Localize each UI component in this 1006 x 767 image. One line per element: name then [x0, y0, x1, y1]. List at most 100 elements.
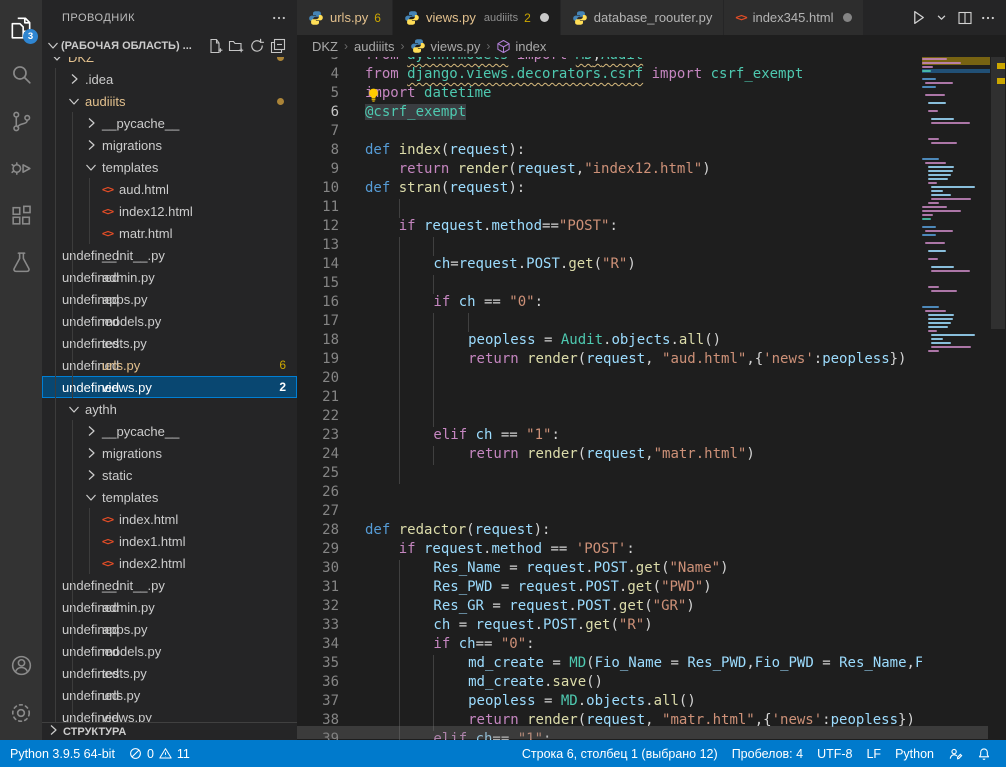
line-number[interactable]: 20: [297, 370, 365, 389]
status-language-mode[interactable]: Python: [888, 740, 941, 767]
more-actions-button[interactable]: [977, 7, 998, 29]
status-python-interpreter[interactable]: Python 3.9.5 64-bit: [0, 740, 122, 767]
line-number[interactable]: 7: [297, 123, 365, 142]
code-line[interactable]: Res_GR = request.POST.get("GR"): [365, 598, 922, 617]
tree-file-views.py[interactable]: undefinedviews.py2: [42, 376, 297, 398]
line-number[interactable]: 33: [297, 617, 365, 636]
horizontal-scrollbar[interactable]: [297, 726, 988, 739]
status-notifications[interactable]: [970, 740, 998, 767]
minimap[interactable]: [922, 57, 990, 740]
line-number[interactable]: 28: [297, 522, 365, 541]
breadcrumb-item-views.py[interactable]: views.py: [410, 38, 480, 54]
tree-file-models.py[interactable]: undefinedmodels.py: [42, 640, 297, 662]
line-number[interactable]: 8: [297, 142, 365, 161]
line-number[interactable]: 29: [297, 541, 365, 560]
run-button[interactable]: [908, 7, 929, 29]
code-line[interactable]: def stran(request):: [365, 180, 922, 199]
line-number[interactable]: 15: [297, 275, 365, 294]
line-number[interactable]: 22: [297, 408, 365, 427]
code-line[interactable]: [365, 275, 922, 294]
code-line[interactable]: peopless = MD.objects.all(): [365, 693, 922, 712]
line-number[interactable]: 11: [297, 199, 365, 218]
breadcrumb-item-audiiits[interactable]: audiiits: [354, 39, 394, 54]
line-number[interactable]: 12: [297, 218, 365, 237]
line-number[interactable]: 16: [297, 294, 365, 313]
line-number[interactable]: 9: [297, 161, 365, 180]
status-problems[interactable]: 011: [122, 740, 197, 767]
line-number[interactable]: 6: [297, 104, 365, 123]
code-line[interactable]: [365, 503, 922, 522]
run-dropdown-button[interactable]: [931, 7, 952, 29]
tree-file-index.html[interactable]: <>index.html: [42, 508, 297, 530]
activity-item-run-debug[interactable]: [0, 145, 42, 192]
code-content[interactable]: from aythh.models import MD,Auditfrom dj…: [365, 57, 922, 740]
code-line[interactable]: @csrf_exempt: [365, 104, 922, 123]
code-line[interactable]: [365, 199, 922, 218]
vertical-scrollbar[interactable]: [990, 57, 1006, 740]
code-line[interactable]: [365, 465, 922, 484]
new-file-button[interactable]: [206, 37, 224, 55]
tree-folder-aythh[interactable]: aythh: [42, 398, 297, 420]
line-number[interactable]: 35: [297, 655, 365, 674]
scrollbar-slider[interactable]: [991, 57, 1005, 329]
tree-file-__init__.py[interactable]: undefined__init__.py: [42, 574, 297, 596]
line-number[interactable]: 24: [297, 446, 365, 465]
line-number-gutter[interactable]: 3456789101112131415161718192021222324252…: [297, 57, 365, 740]
line-number[interactable]: 10: [297, 180, 365, 199]
new-folder-button[interactable]: [227, 37, 245, 55]
line-number[interactable]: 32: [297, 598, 365, 617]
code-line[interactable]: [365, 370, 922, 389]
line-number[interactable]: 4: [297, 66, 365, 85]
code-line[interactable]: [365, 313, 922, 332]
tab-urls.py[interactable]: urls.py6: [297, 0, 393, 35]
line-number[interactable]: 36: [297, 674, 365, 693]
tree-file-urls.py[interactable]: undefinedurls.py: [42, 684, 297, 706]
outline-section-header[interactable]: СТРУКТУРА: [42, 722, 297, 740]
tab-views.py[interactable]: views.pyaudiiits2: [393, 0, 561, 35]
code-line[interactable]: Res_PWD = request.POST.get("PWD"): [365, 579, 922, 598]
line-number[interactable]: 5: [297, 85, 365, 104]
tree-folder-migrations[interactable]: migrations: [42, 134, 297, 156]
line-number[interactable]: 19: [297, 351, 365, 370]
status-feedback[interactable]: [941, 740, 970, 767]
activity-item-explorer[interactable]: 3: [0, 4, 42, 51]
code-line[interactable]: if request.method=="POST":: [365, 218, 922, 237]
code-line[interactable]: from aythh.models import MD,Audit: [365, 57, 922, 66]
code-line[interactable]: [365, 237, 922, 256]
code-line[interactable]: return render(request,"matr.html"): [365, 446, 922, 465]
tree-folder-static[interactable]: static: [42, 464, 297, 486]
tree-folder-.idea[interactable]: .idea: [42, 68, 297, 90]
split-editor-button[interactable]: [954, 7, 975, 29]
code-editor[interactable]: 3456789101112131415161718192021222324252…: [297, 57, 1006, 740]
tree-file-urls.py[interactable]: undefinedurls.py6: [42, 354, 297, 376]
lightbulb-icon[interactable]: [366, 87, 381, 102]
code-line[interactable]: if ch == "0":: [365, 294, 922, 313]
activity-item-source-control[interactable]: [0, 98, 42, 145]
line-number[interactable]: 18: [297, 332, 365, 351]
line-number[interactable]: 17: [297, 313, 365, 332]
activity-item-account[interactable]: [0, 642, 42, 689]
dirty-indicator-dot[interactable]: [843, 13, 852, 22]
tree-file-index2.html[interactable]: <>index2.html: [42, 552, 297, 574]
status-indentation[interactable]: Пробелов: 4: [725, 740, 810, 767]
tree-file-index12.html[interactable]: <>index12.html: [42, 200, 297, 222]
tree-file-tests.py[interactable]: undefinedtests.py: [42, 662, 297, 684]
refresh-button[interactable]: [248, 37, 266, 55]
activity-item-testing[interactable]: [0, 239, 42, 286]
code-line[interactable]: [365, 408, 922, 427]
tab-index345.html[interactable]: <>index345.html: [724, 0, 863, 35]
tab-database_roouter.py[interactable]: database_roouter.py: [561, 0, 725, 35]
code-line[interactable]: if request.method == 'POST':: [365, 541, 922, 560]
code-line[interactable]: md_create.save(): [365, 674, 922, 693]
code-line[interactable]: [365, 484, 922, 503]
line-number[interactable]: 37: [297, 693, 365, 712]
tree-file-tests.py[interactable]: undefinedtests.py: [42, 332, 297, 354]
line-number[interactable]: 13: [297, 237, 365, 256]
code-line[interactable]: [365, 389, 922, 408]
tree-file-models.py[interactable]: undefinedmodels.py: [42, 310, 297, 332]
line-number[interactable]: 14: [297, 256, 365, 275]
tree-folder-migrations[interactable]: migrations: [42, 442, 297, 464]
tree-file-aud.html[interactable]: <>aud.html: [42, 178, 297, 200]
breadcrumb-item-DKZ[interactable]: DKZ: [312, 39, 338, 54]
dirty-indicator-dot[interactable]: [540, 13, 549, 22]
